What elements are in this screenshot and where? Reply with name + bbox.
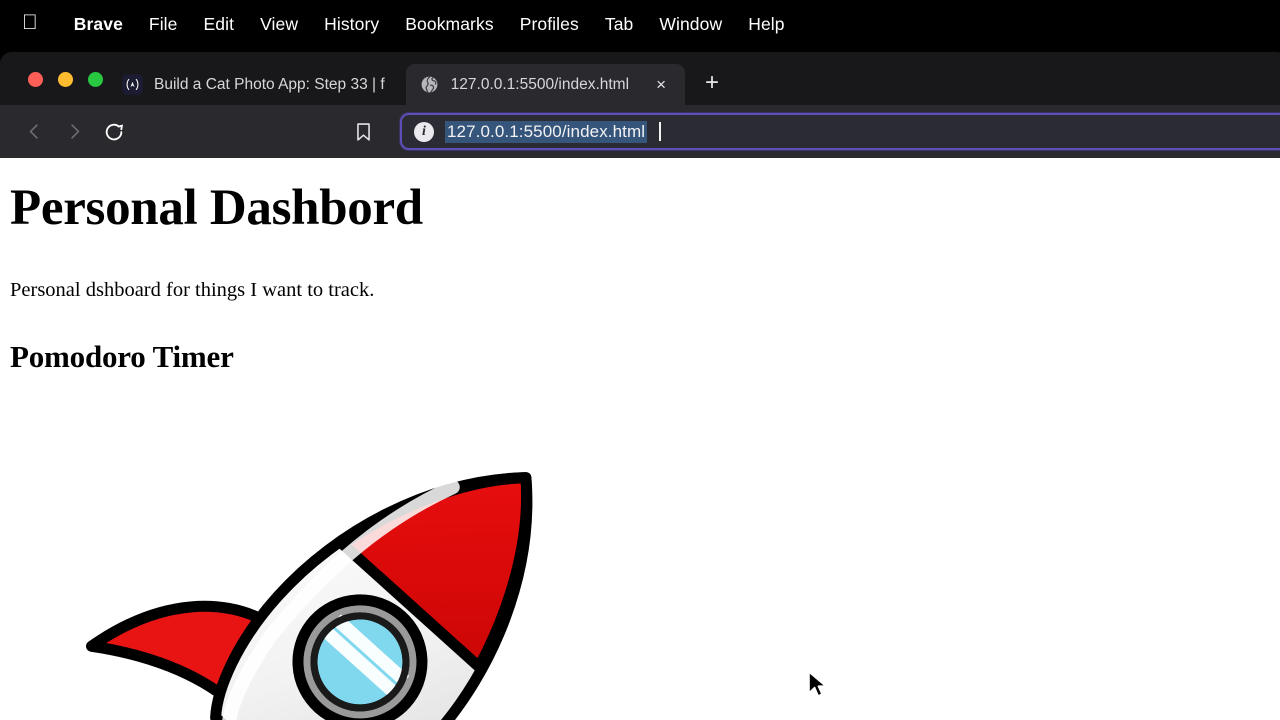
tab-cat-photo-app[interactable]: Build a Cat Photo App: Step 33 | f: [109, 64, 398, 105]
tab-title: 127.0.0.1:5500/index.html: [450, 75, 630, 93]
tab-localhost-index[interactable]: 127.0.0.1:5500/index.html ×: [405, 64, 686, 105]
info-icon[interactable]: i: [414, 121, 434, 142]
apple-logo-icon[interactable]: : [22, 12, 38, 33]
back-button[interactable]: [14, 115, 54, 149]
maximize-window-button[interactable]: [88, 72, 103, 87]
macos-menu-bar:  Brave File Edit View History Bookmarks…: [0, 0, 1280, 49]
tab-title: Build a Cat Photo App: Step 33 | f: [154, 75, 385, 93]
chevron-right-icon: [70, 124, 79, 139]
window-controls: [0, 72, 103, 105]
forward-button[interactable]: [54, 115, 94, 149]
arrow-cursor-icon: [808, 671, 827, 697]
browser-toolbar: i 127.0.0.1:5500/index.html: [0, 105, 1280, 158]
page-intro-text: Personal dshboard for things I want to t…: [10, 279, 375, 302]
reload-icon: [105, 123, 124, 140]
menu-item-view[interactable]: View: [247, 14, 311, 35]
browser-window: Build a Cat Photo App: Step 33 | f 127.0…: [0, 52, 1280, 720]
bookmark-icon: [356, 122, 370, 141]
text-caret: [659, 122, 661, 141]
menu-item-history[interactable]: History: [311, 14, 392, 35]
close-tab-button[interactable]: ×: [650, 74, 672, 96]
page-title: Personal Dashbord: [10, 180, 423, 236]
menu-item-file[interactable]: File: [136, 14, 191, 35]
close-window-button[interactable]: [28, 72, 43, 87]
minimize-window-button[interactable]: [58, 72, 73, 87]
tab-strip: Build a Cat Photo App: Step 33 | f 127.0…: [0, 52, 1280, 105]
section-heading-pomodoro-timer: Pomodoro Timer: [10, 339, 234, 375]
menu-item-profiles[interactable]: Profiles: [507, 14, 592, 35]
freecodecamp-icon: [122, 74, 143, 95]
menu-item-bookmarks[interactable]: Bookmarks: [392, 14, 506, 35]
new-tab-button[interactable]: +: [699, 70, 725, 96]
bookmark-button[interactable]: [344, 115, 382, 149]
globe-icon: [419, 74, 440, 95]
chevron-left-icon: [29, 124, 38, 139]
reload-button[interactable]: [94, 115, 134, 149]
rocket-image: [0, 403, 1270, 720]
page-content: Personal Dashbord Personal dshboard for …: [0, 158, 1280, 720]
menu-item-tab[interactable]: Tab: [592, 14, 647, 35]
menu-item-brave[interactable]: Brave: [61, 14, 136, 35]
url-input[interactable]: 127.0.0.1:5500/index.html: [447, 120, 646, 143]
menu-item-edit[interactable]: Edit: [191, 14, 248, 35]
address-bar[interactable]: i 127.0.0.1:5500/index.html: [400, 113, 1280, 150]
menu-item-window[interactable]: Window: [646, 14, 735, 35]
menu-item-help[interactable]: Help: [735, 14, 797, 35]
rocket-illustration: [85, 472, 533, 720]
